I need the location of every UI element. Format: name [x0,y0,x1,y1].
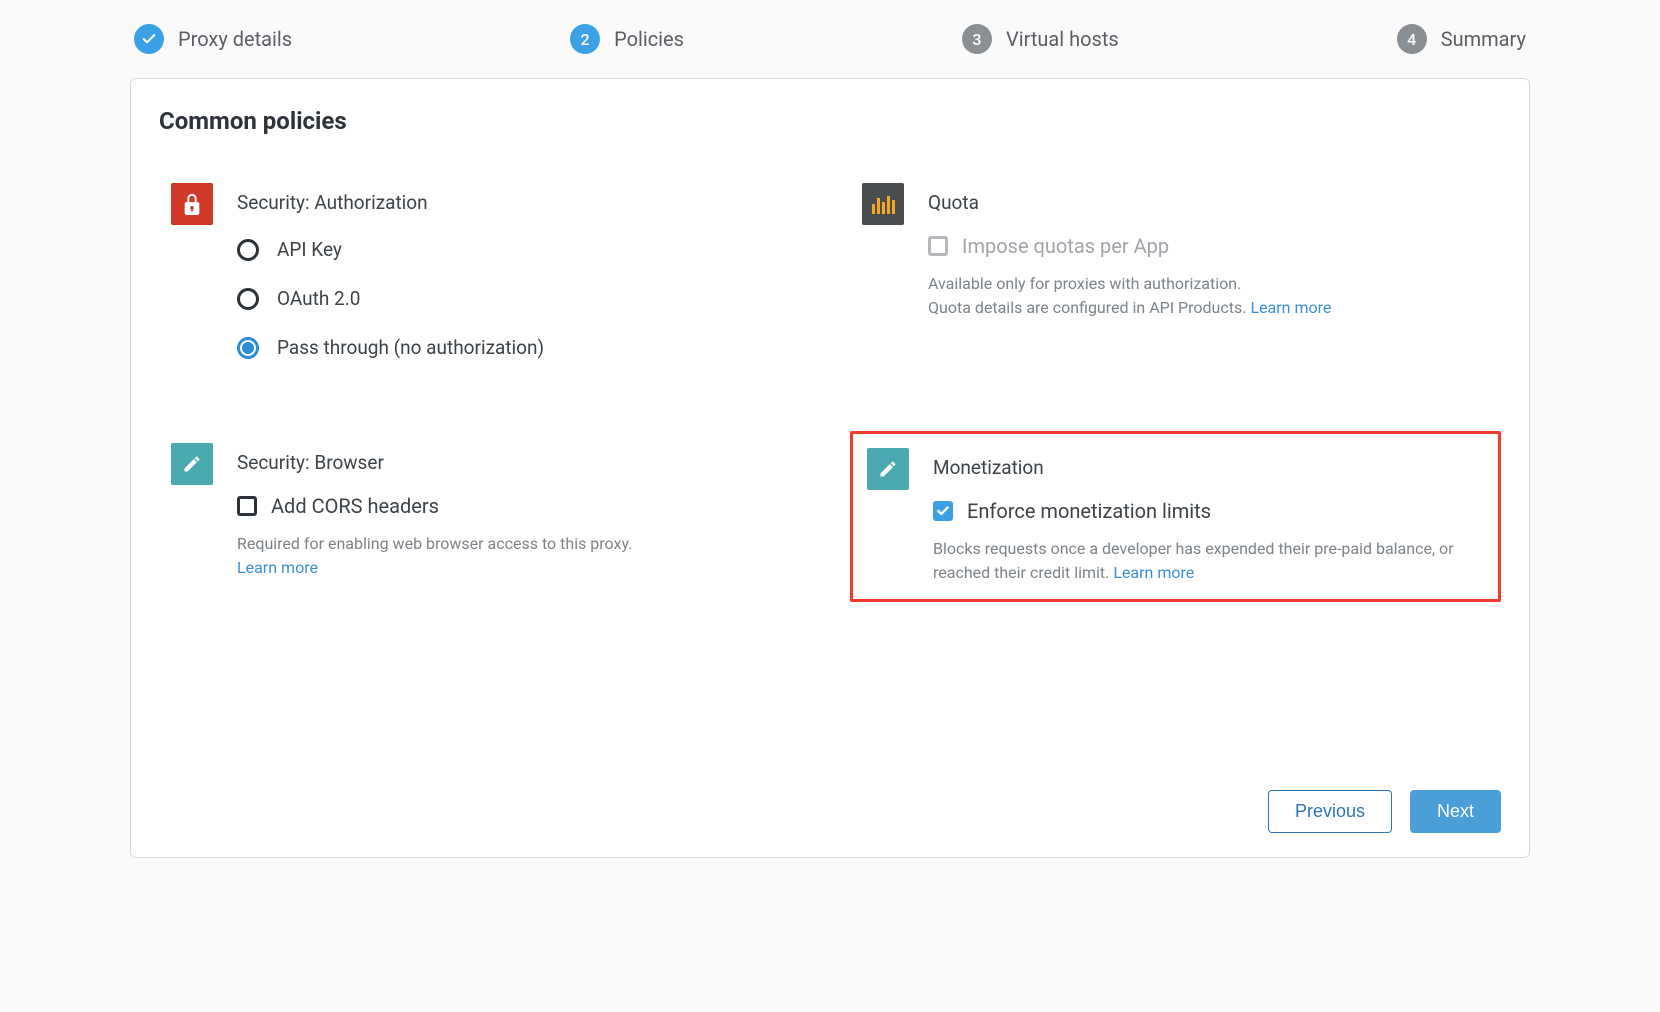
section-title: Monetization [933,456,1484,479]
pencil-icon [171,443,213,485]
checkbox-impose-quotas: Impose quotas per App [928,234,1489,258]
radio-label: OAuth 2.0 [277,287,360,310]
wizard-stepper: Proxy details 2 Policies 3 Virtual hosts… [130,0,1530,78]
checkbox-icon [237,496,257,516]
section-quota: Quota Impose quotas per App Available on… [850,171,1501,371]
learn-more-link[interactable]: Learn more [237,558,318,577]
radio-icon [237,239,259,261]
checkbox-label: Add CORS headers [271,494,439,518]
section-security-authorization: Security: Authorization API Key OAuth 2.… [159,171,810,371]
checkbox-add-cors[interactable]: Add CORS headers [237,494,798,518]
radio-api-key[interactable]: API Key [237,238,798,261]
step-policies[interactable]: 2 Policies [570,24,684,54]
section-title: Quota [928,191,1489,214]
radio-label: API Key [277,238,342,261]
step-number-icon: 2 [570,24,600,54]
check-icon [134,24,164,54]
step-proxy-details[interactable]: Proxy details [134,24,292,54]
checkbox-icon [928,236,948,256]
section-security-browser: Security: Browser Add CORS headers Requi… [159,431,810,602]
step-label: Policies [614,27,684,51]
section-monetization: Monetization Enforce monetization limits… [850,431,1501,602]
checkbox-enforce-monetization[interactable]: Enforce monetization limits [933,499,1484,523]
radio-icon [237,288,259,310]
bars-icon [862,183,904,225]
learn-more-link[interactable]: Learn more [1113,563,1194,582]
checkbox-icon [933,501,953,521]
radio-icon [237,337,259,359]
step-virtual-hosts[interactable]: 3 Virtual hosts [962,24,1119,54]
wizard-footer: Previous Next [159,766,1501,833]
next-button[interactable]: Next [1410,790,1501,833]
radio-oauth[interactable]: OAuth 2.0 [237,287,798,310]
policies-panel: Common policies Security: Authorization … [130,78,1530,858]
step-number-icon: 4 [1397,24,1427,54]
section-title: Security: Browser [237,451,798,474]
step-summary[interactable]: 4 Summary [1397,24,1526,54]
checkbox-label: Impose quotas per App [962,234,1169,258]
lock-icon [171,183,213,225]
step-label: Summary [1441,27,1526,51]
pencil-icon [867,448,909,490]
checkbox-label: Enforce monetization limits [967,499,1211,523]
learn-more-link[interactable]: Learn more [1250,298,1331,317]
previous-button[interactable]: Previous [1268,790,1392,833]
radio-label: Pass through (no authorization) [277,336,544,359]
step-label: Proxy details [178,27,292,51]
browser-help-text: Required for enabling web browser access… [237,532,798,580]
step-label: Virtual hosts [1006,27,1119,51]
section-title: Security: Authorization [237,191,798,214]
step-number-icon: 3 [962,24,992,54]
radio-pass-through[interactable]: Pass through (no authorization) [237,336,798,359]
monetization-help-text: Blocks requests once a developer has exp… [933,537,1484,585]
panel-title: Common policies [159,107,1501,135]
quota-help-text: Available only for proxies with authoriz… [928,272,1489,320]
